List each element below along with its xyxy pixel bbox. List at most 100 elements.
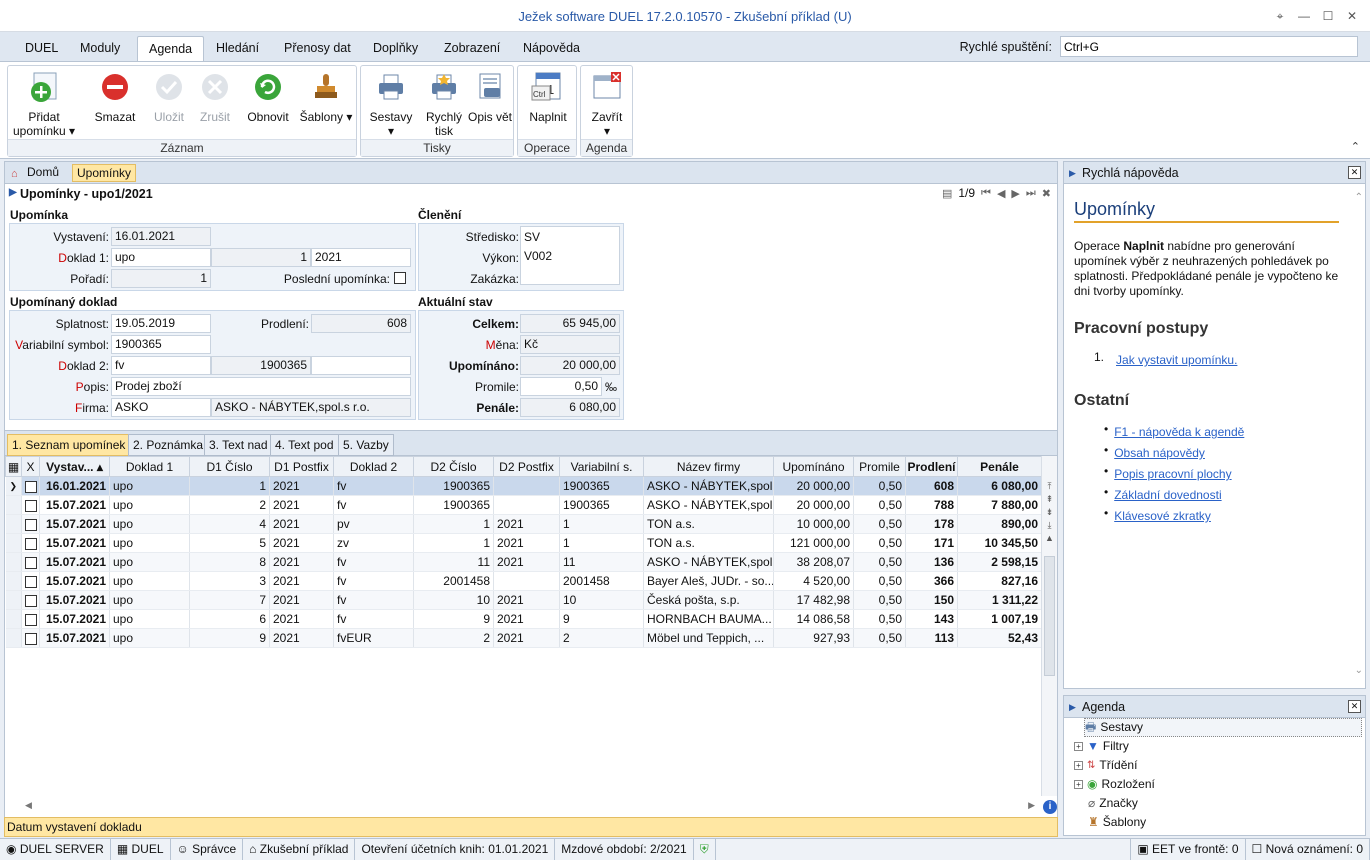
row-checkbox[interactable] (24, 632, 37, 645)
col-vs[interactable]: Variabilní s. (559, 456, 644, 477)
col-penale[interactable]: Penále (957, 456, 1042, 477)
row-checkbox[interactable] (24, 480, 37, 493)
tree-item-sestavy[interactable]: 🖶 Sestavy (1084, 718, 1362, 737)
info-icon[interactable]: i (1043, 800, 1057, 814)
vs-field[interactable]: 1900365 (111, 335, 211, 354)
tab-vazby[interactable]: 5. Vazby (338, 434, 394, 456)
row-indicator[interactable] (5, 609, 22, 629)
col-upominano[interactable]: Upomínáno (773, 456, 854, 477)
col-firma[interactable]: Název firmy (643, 456, 774, 477)
doklad1-type-field[interactable]: upo (111, 248, 211, 267)
col-doklad1[interactable]: Doklad 1 (109, 456, 190, 477)
menu-duel[interactable]: DUEL (14, 36, 69, 62)
tree-item-rozlozeni[interactable]: + ◉ Rozložení (1074, 775, 1155, 794)
copy-records-button[interactable]: Opis vět (465, 70, 515, 124)
next-record-icon[interactable]: ▶ (1011, 187, 1019, 200)
status-notifications[interactable]: ☐ Nová oznámení: 0 (1246, 839, 1370, 860)
grid-vertical-scrollbar[interactable]: ⤒ ⇞ ⇟ ⤓ ▲ (1041, 456, 1057, 796)
row-indicator[interactable] (5, 590, 22, 610)
penale-field[interactable]: 6 080,00 (520, 398, 620, 417)
table-row[interactable]: 15.07.2021 upo 4 2021 pv 1 2021 1 TON a.s. 10 000… (5, 514, 1042, 534)
prev-record-icon[interactable]: ◀ (997, 187, 1005, 200)
firma-code-field[interactable]: ASKO (111, 398, 211, 417)
close-agenda-button[interactable]: Zavřít ▾ (583, 70, 631, 138)
row-checkbox-cell[interactable] (21, 552, 40, 572)
menu-doplnky[interactable]: Doplňky (362, 36, 429, 62)
close-icon[interactable]: ✕ (1342, 6, 1362, 26)
help-link-dovednosti[interactable]: Základní dovednosti (1114, 488, 1221, 503)
firma-name-field[interactable]: ASKO - NÁBYTEK,spol.s r.o. (211, 398, 411, 417)
menu-moduly[interactable]: Moduly (69, 36, 131, 62)
collapse-ribbon-icon[interactable]: ⌃ (1351, 140, 1360, 153)
tree-item-znacky[interactable]: ⌀ Značky (1088, 794, 1138, 813)
close-record-icon[interactable]: ✖ (1042, 187, 1051, 200)
row-checkbox-cell[interactable] (21, 628, 40, 648)
first-record-icon[interactable]: ⏮ (981, 187, 991, 200)
row-checkbox[interactable] (24, 613, 37, 626)
scroll-left-icon[interactable]: ◀ (25, 800, 32, 811)
row-indicator[interactable] (5, 628, 22, 648)
promile-field[interactable]: 0,50 (520, 377, 602, 396)
col-d2-cislo[interactable]: D2 Číslo (413, 456, 494, 477)
menu-prenosy[interactable]: Přenosy dat (273, 36, 362, 62)
tab-seznam[interactable]: 1. Seznam upomínek (7, 434, 131, 456)
col-x[interactable]: X (21, 456, 40, 477)
doklad2-extra-field[interactable] (311, 356, 411, 375)
tree-item-trideni[interactable]: + ⇅ Třídění (1074, 756, 1137, 775)
col-doklad2[interactable]: Doklad 2 (333, 456, 414, 477)
doklad1-year-field[interactable]: 2021 (311, 248, 411, 267)
menu-agenda[interactable]: Agenda (137, 36, 205, 62)
breadcrumb-home[interactable]: ⌂ Domů (7, 164, 63, 182)
row-indicator[interactable]: ❯ (5, 476, 22, 496)
expand-plus-icon[interactable]: + (1074, 761, 1083, 770)
col-prodleni[interactable]: Prodlení (905, 456, 958, 477)
restore-icon[interactable]: ⌖ (1270, 6, 1290, 26)
tree-item-filtry[interactable]: + ▼ Filtry (1074, 737, 1129, 756)
row-checkbox[interactable] (24, 594, 37, 607)
row-indicator[interactable] (5, 571, 22, 591)
cancel-button[interactable]: Zrušit (190, 70, 240, 124)
row-indicator[interactable] (5, 533, 22, 553)
row-indicator[interactable] (5, 495, 22, 515)
popis-field[interactable]: Prodej zboží (111, 377, 411, 396)
col-vystaveni[interactable]: Vystav... ▴ (39, 456, 110, 477)
row-indicator[interactable] (5, 552, 22, 572)
last-record-icon[interactable]: ⏭ (1026, 187, 1036, 200)
row-checkbox-cell[interactable] (21, 514, 40, 534)
status-eet[interactable]: ▣ EET ve frontě: 0 (1130, 839, 1246, 860)
save-button[interactable]: Uložit (144, 70, 194, 124)
poradi-field[interactable]: 1 (111, 269, 211, 288)
tab-text-pod[interactable]: 4. Text pod (270, 434, 339, 456)
doklad1-number-field[interactable]: 1 (211, 248, 311, 267)
table-row[interactable]: 15.07.2021 upo 9 2021 fvEUR 2 2021 2 Möbel und T… (5, 628, 1042, 648)
table-row[interactable]: 15.07.2021 upo 7 2021 fv 10 2021 10 Česká pošta,… (5, 590, 1042, 610)
doklad2-number-field[interactable]: 1900365 (211, 356, 311, 375)
grid-horizontal-scrollbar[interactable]: ◀ ▶ (5, 798, 1041, 816)
prodleni-field[interactable]: 608 (311, 314, 411, 333)
help-scroll-up-icon[interactable]: ⌃ (1355, 192, 1363, 203)
breadcrumb-current[interactable]: Upomínky (72, 164, 137, 182)
row-checkbox[interactable] (24, 537, 37, 550)
col-d1-cislo[interactable]: D1 Číslo (189, 456, 270, 477)
print-record-icon[interactable]: ▤ (942, 187, 952, 200)
shield-icon[interactable]: ⛨ (694, 839, 716, 860)
menu-napoveda[interactable]: Nápověda (512, 36, 591, 62)
help-link-zkratky[interactable]: Klávesové zkratky (1114, 509, 1211, 524)
expand-plus-icon[interactable]: + (1074, 780, 1083, 789)
celkem-field[interactable]: 65 945,00 (520, 314, 620, 333)
help-scroll-down-icon[interactable]: ⌄ (1355, 665, 1363, 676)
row-checkbox-cell[interactable] (21, 533, 40, 553)
scroll-thumb[interactable] (1044, 556, 1055, 676)
mena-field[interactable]: Kč (520, 335, 620, 354)
templates-button[interactable]: Šablony ▾ (298, 70, 354, 124)
scroll-right-icon[interactable]: ▶ (1028, 800, 1035, 811)
row-checkbox-cell[interactable] (21, 571, 40, 591)
minimize-icon[interactable]: — (1294, 6, 1314, 26)
row-checkbox[interactable] (24, 575, 37, 588)
doklad2-type-field[interactable]: fv (111, 356, 211, 375)
row-checkbox[interactable] (24, 556, 37, 569)
row-checkbox[interactable] (24, 518, 37, 531)
table-row[interactable]: ❯ 16.01.2021 upo 1 2021 fv 1900365 1900365 ASKO … (5, 476, 1042, 496)
menu-zobrazeni[interactable]: Zobrazení (433, 36, 511, 62)
cleneni-fields[interactable]: SV V002 (520, 226, 620, 285)
